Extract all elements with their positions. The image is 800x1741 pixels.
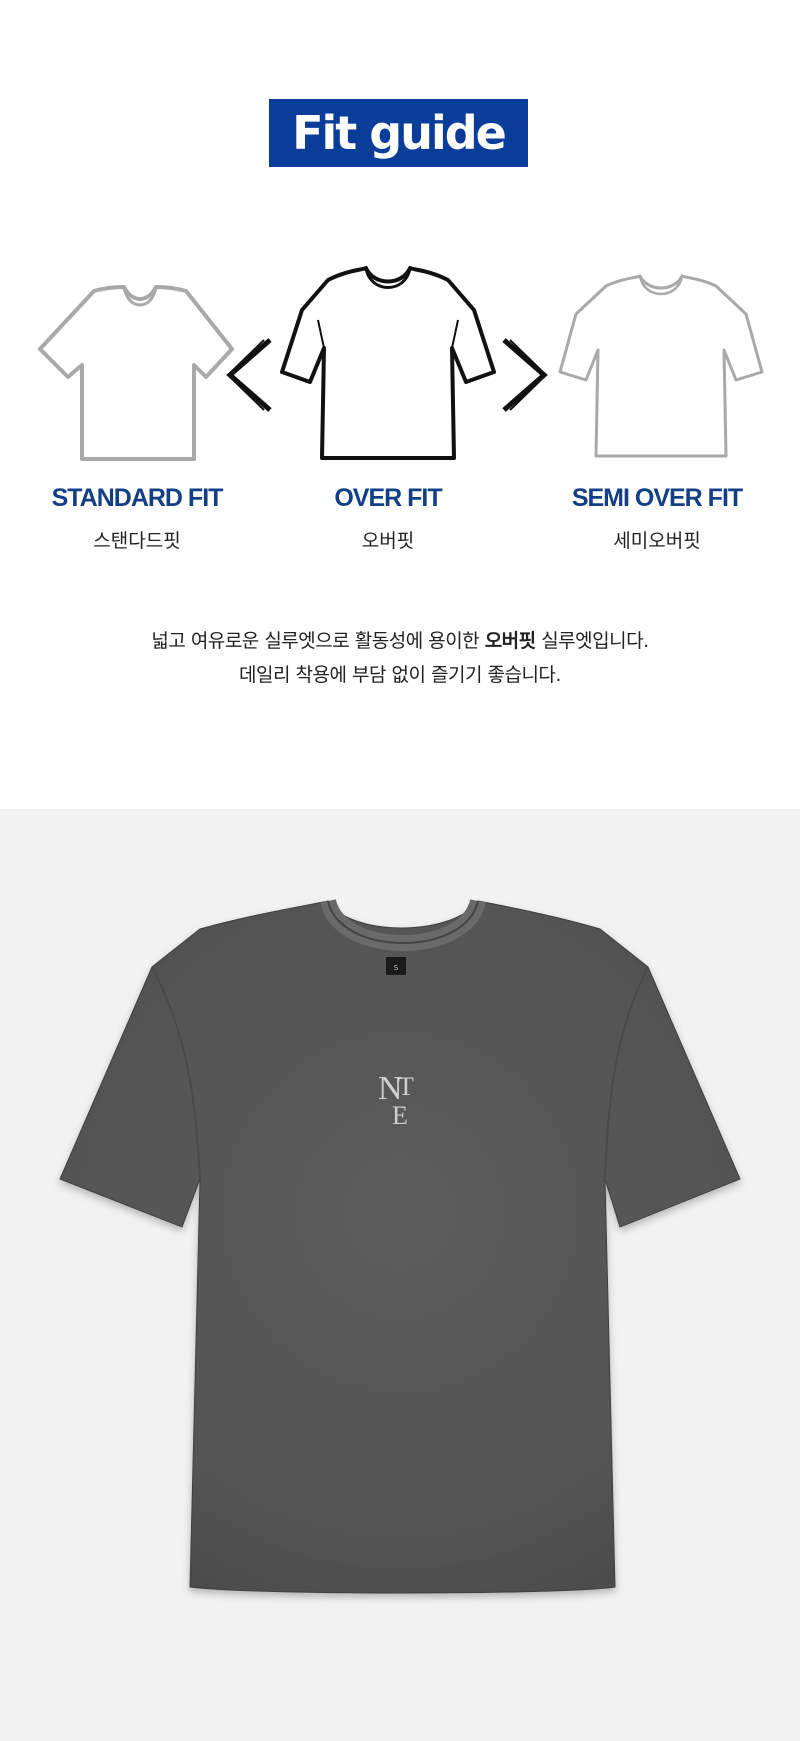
product-tshirt-image: S N T E <box>59 898 741 1594</box>
svg-text:E: E <box>392 1101 408 1130</box>
over-fit-label: OVER FIT <box>334 484 442 512</box>
description-text: 넓고 여유로운 실루엣으로 활동성에 용이한 <box>151 630 485 652</box>
svg-text:T: T <box>398 1072 414 1101</box>
description-highlight: 오버핏 <box>484 630 536 652</box>
over-fit-tshirt-icon <box>280 266 496 460</box>
description-text: 실루엣입니다. <box>535 630 649 652</box>
over-fit-korean-label: 오버핏 <box>361 530 415 552</box>
neck-tag-size: S <box>394 964 399 972</box>
standard-fit-tshirt-icon <box>38 285 234 461</box>
fit-description-line1: 넓고 여유로운 실루엣으로 활동성에 용이한 오버핏 실루엣입니다. <box>0 626 800 653</box>
product-photo: S N T E <box>0 809 800 1741</box>
standard-fit-label: STANDARD FIT <box>51 484 224 512</box>
left-arrow-icon <box>226 338 272 412</box>
semi-over-fit-tshirt-icon <box>558 274 764 458</box>
fit-guide-title: Fit guide <box>269 99 528 167</box>
right-arrow-icon <box>502 338 548 412</box>
standard-fit-korean-label: 스탠다드핏 <box>93 530 181 552</box>
semi-over-fit-label: SEMI OVER FIT <box>571 484 743 512</box>
semi-over-fit-korean-label: 세미오버핏 <box>613 530 701 552</box>
fit-description-line2: 데일리 착용에 부담 없이 즐기기 좋습니다. <box>239 664 561 686</box>
